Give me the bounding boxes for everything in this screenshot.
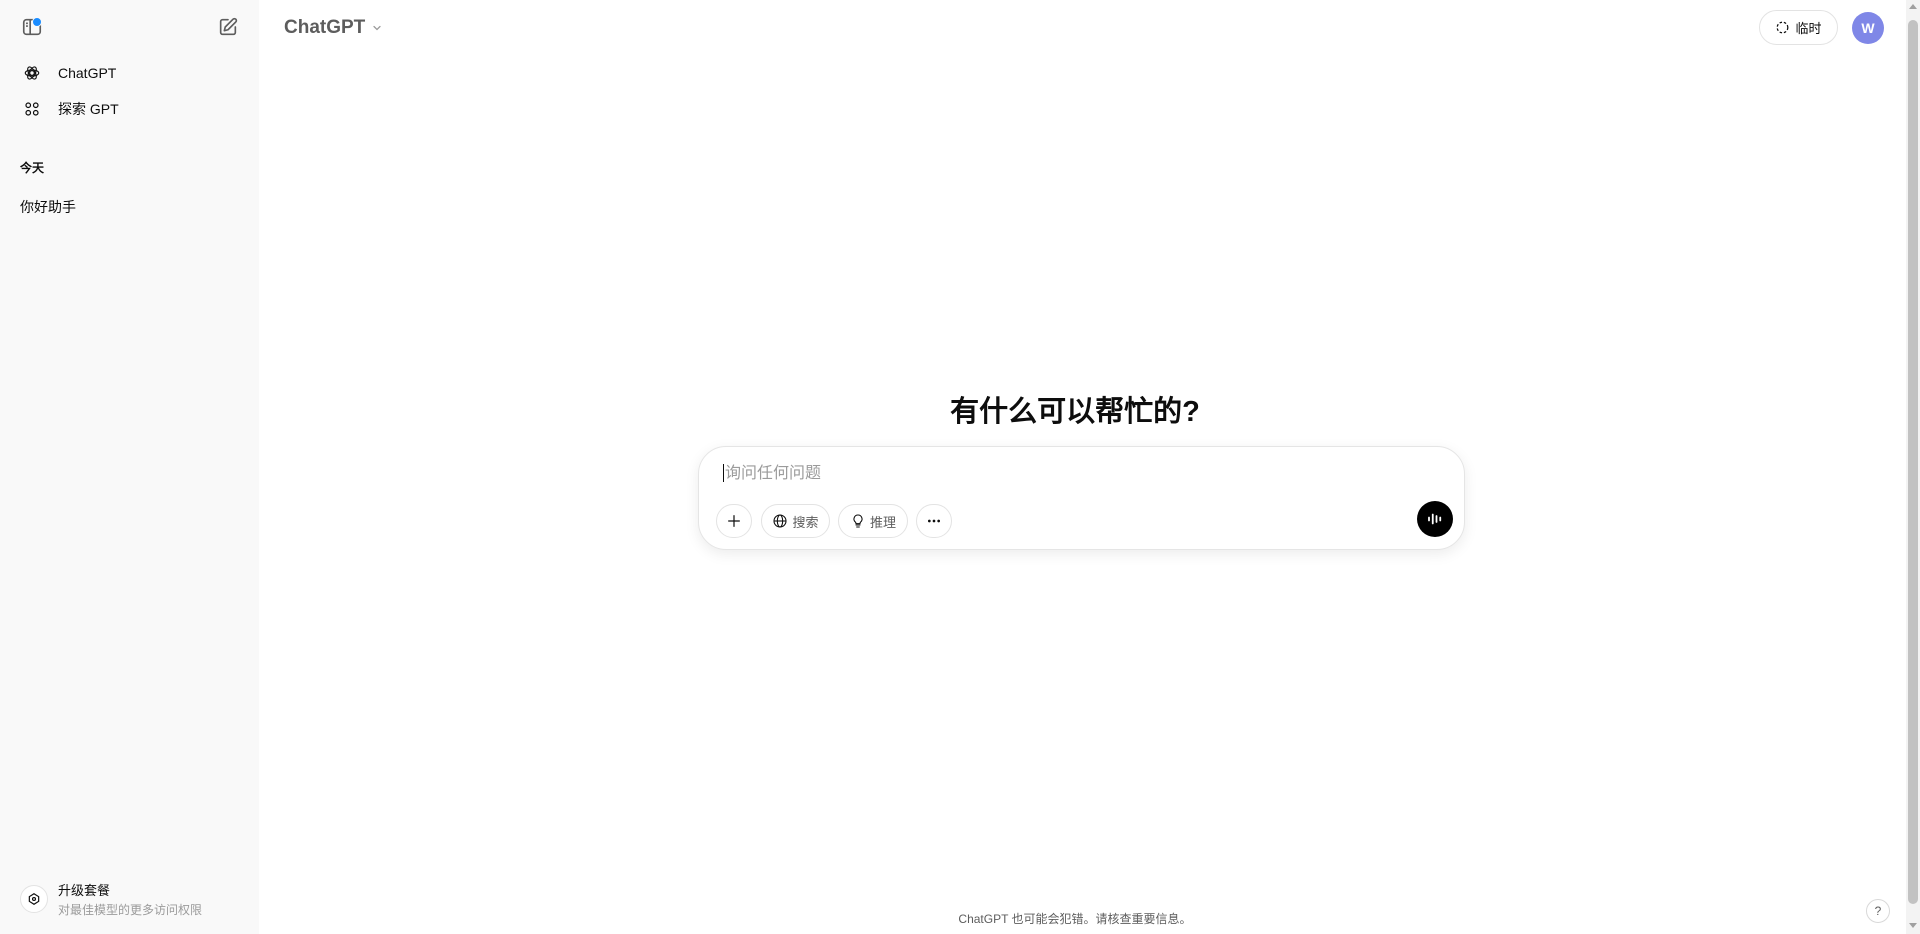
grid-icon [20, 97, 44, 121]
openai-logo-icon [20, 61, 44, 85]
notification-dot [32, 17, 42, 27]
more-icon [928, 519, 940, 523]
more-tools-button[interactable] [916, 504, 952, 538]
avatar[interactable]: W [1852, 12, 1884, 44]
sidebar-toggle-button[interactable] [14, 9, 50, 45]
lightbulb-icon [853, 514, 863, 528]
history-item-label: 你好助手 [20, 199, 76, 215]
chevron-down-icon [371, 22, 383, 34]
voice-waveform-icon [1428, 513, 1442, 525]
text-caret [723, 464, 724, 482]
scroll-down-icon[interactable] [1909, 923, 1917, 928]
plus-icon [728, 515, 740, 527]
model-label: ChatGPT [284, 17, 366, 38]
sidebar-item-label: 探索 GPT [58, 101, 119, 117]
upgrade-icon [20, 885, 48, 913]
composer: 搜索 推理 [698, 446, 1465, 550]
upgrade-title: 升级套餐 [58, 883, 111, 898]
reason-button-label: 推理 [869, 514, 896, 530]
edit-icon [219, 17, 238, 36]
search-button[interactable]: 搜索 [761, 504, 830, 538]
sidebar: ChatGPT 探索 GPT 今天 你好助手 升级套餐 对最佳模型的更多访问权限 [0, 0, 259, 934]
search-button-label: 搜索 [792, 514, 819, 530]
temporary-chat-button[interactable]: 临时 [1759, 10, 1838, 45]
history-item[interactable]: 你好助手 [12, 190, 247, 224]
scroll-up-icon[interactable] [1909, 4, 1917, 9]
sidebar-item-explore-gpt[interactable]: 探索 GPT [12, 93, 247, 125]
disclaimer-text: ChatGPT 也可能会犯错。请核查重要信息。 [958, 912, 1192, 926]
attach-button[interactable] [716, 504, 752, 538]
new-chat-button[interactable] [210, 9, 246, 45]
history-section-title: 今天 [20, 161, 45, 175]
model-selector[interactable]: ChatGPT [276, 12, 391, 44]
help-button[interactable]: ? [1866, 899, 1890, 923]
scrollbar-thumb[interactable] [1908, 20, 1918, 904]
sidebar-item-label: ChatGPT [58, 65, 117, 81]
sidebar-item-chatgpt[interactable]: ChatGPT [12, 57, 247, 89]
voice-mode-button[interactable] [1417, 501, 1453, 537]
temporary-chat-label: 临时 [1795, 21, 1822, 36]
reason-button[interactable]: 推理 [838, 504, 908, 538]
prompt-input[interactable] [723, 461, 1427, 487]
upgrade-subtitle: 对最佳模型的更多访问权限 [58, 903, 203, 917]
temporary-chat-icon [1777, 21, 1789, 34]
globe-icon [773, 514, 788, 528]
upgrade-plan-button[interactable]: 升级套餐 对最佳模型的更多访问权限 [12, 876, 247, 922]
page-title: 有什么可以帮忙的? [950, 396, 1200, 428]
